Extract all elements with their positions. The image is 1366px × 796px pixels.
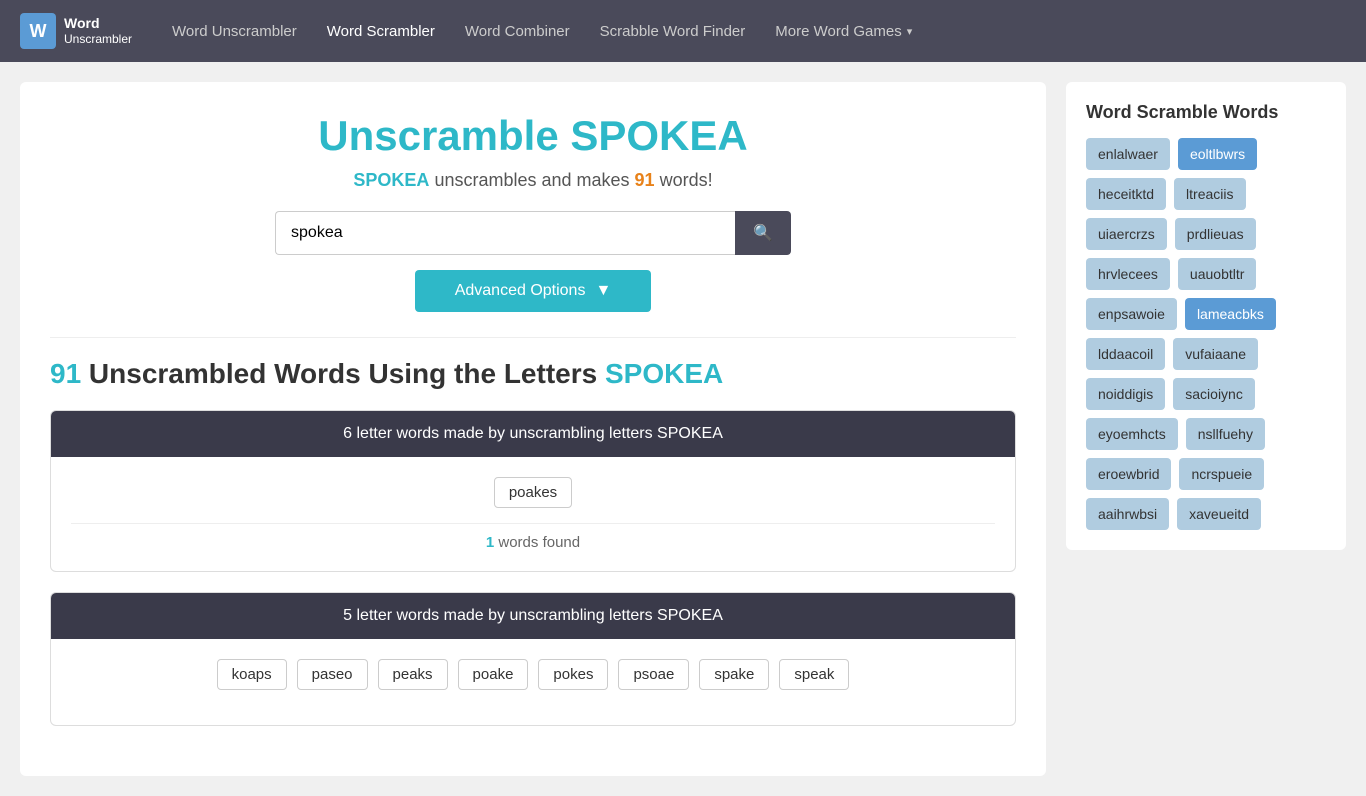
word-tag-pokes[interactable]: pokes [538, 659, 608, 690]
chevron-down-icon: ▾ [907, 25, 913, 38]
section-divider [50, 337, 1016, 338]
search-button[interactable]: 🔍 [735, 211, 791, 255]
sidebar-word-prdlieuas[interactable]: prdlieuas [1175, 218, 1256, 250]
sidebar-word-enlalwaer[interactable]: enlalwaer [1086, 138, 1170, 170]
nav-word-scrambler[interactable]: Word Scrambler [327, 23, 435, 40]
page-title: Unscramble SPOKEA [50, 112, 1016, 160]
chevron-down-icon: ▼ [595, 282, 611, 300]
sidebar-word-noiddigis[interactable]: noiddigis [1086, 378, 1165, 410]
nav-more-label: More Word Games [775, 23, 901, 40]
results-heading: 91 Unscrambled Words Using the Letters S… [50, 358, 1016, 390]
word-group-header-5letter: 5 letter words made by unscrambling lett… [51, 593, 1015, 639]
sidebar-word-ltreaciis[interactable]: ltreaciis [1174, 178, 1245, 210]
advanced-options-label: Advanced Options [455, 282, 586, 300]
nav-links: Word Unscrambler Word Scrambler Word Com… [172, 23, 1346, 40]
word-tag-spake[interactable]: spake [699, 659, 769, 690]
sidebar-word-eyoemhcts[interactable]: eyoemhcts [1086, 418, 1178, 450]
sidebar-title: Word Scramble Words [1086, 102, 1326, 123]
words-count-6letter: 1 words found [71, 534, 995, 551]
nav-scrabble-word-finder[interactable]: Scrabble Word Finder [600, 23, 746, 40]
words-list-5letter: koaps paseo peaks poake pokes psoae spak… [71, 659, 995, 690]
nav-word-combiner[interactable]: Word Combiner [465, 23, 570, 40]
sidebar-word-xaveueitd[interactable]: xaveueitd [1177, 498, 1261, 530]
subtitle-word: SPOKEA [353, 170, 429, 190]
sidebar-word-uauobtltr[interactable]: uauobtltr [1178, 258, 1256, 290]
brand-logo[interactable]: W Word Unscrambler [20, 13, 132, 49]
search-input[interactable] [275, 211, 735, 255]
word-count-number: 1 [486, 534, 494, 551]
advanced-options-button[interactable]: Advanced Options ▼ [415, 270, 652, 312]
nav-more-dropdown[interactable]: More Word Games ▾ [775, 23, 912, 40]
word-group-body-5letter: koaps paseo peaks poake pokes psoae spak… [51, 639, 1015, 725]
word-tag-poake[interactable]: poake [458, 659, 529, 690]
sidebar-word-ncrspueie[interactable]: ncrspueie [1179, 458, 1264, 490]
sidebar-word-vufaiaane[interactable]: vufaiaane [1173, 338, 1258, 370]
sidebar-word-lddaacoil[interactable]: lddaacoil [1086, 338, 1165, 370]
word-tag-paseo[interactable]: paseo [297, 659, 368, 690]
words-count-text: words found [494, 534, 580, 551]
sidebar-word-heceitktd[interactable]: heceitktd [1086, 178, 1166, 210]
word-tag-psoae[interactable]: psoae [618, 659, 689, 690]
results-text: Unscrambled Words Using the Letters [81, 358, 605, 389]
search-container: 🔍 [50, 211, 1016, 255]
word-tag-speak[interactable]: speak [779, 659, 849, 690]
subtitle-count: 91 [635, 170, 655, 190]
subtitle-end: words! [655, 170, 713, 190]
words-divider [71, 523, 995, 524]
sidebar-word-uiaercrzs[interactable]: uiaercrzs [1086, 218, 1167, 250]
nav-word-unscrambler[interactable]: Word Unscrambler [172, 23, 297, 40]
subtitle-text: unscrambles and makes [429, 170, 634, 190]
advanced-options-container: Advanced Options ▼ [50, 270, 1016, 312]
word-group-body-6letter: poakes 1 words found [51, 457, 1015, 571]
sidebar-word-lameacbks[interactable]: lameacbks [1185, 298, 1276, 330]
page-container: Unscramble SPOKEA SPOKEA unscrambles and… [0, 62, 1366, 796]
results-count: 91 [50, 358, 81, 389]
sidebar-word-nsllfuehy[interactable]: nsllfuehy [1186, 418, 1265, 450]
sidebar-word-hrvlecees[interactable]: hrvlecees [1086, 258, 1170, 290]
sidebar-word-sacioiync[interactable]: sacioiync [1173, 378, 1255, 410]
sidebar-words-list: enlalwaer eoltlbwrs heceitktd ltreaciis … [1086, 138, 1326, 530]
subtitle: SPOKEA unscrambles and makes 91 words! [50, 170, 1016, 191]
sidebar: Word Scramble Words enlalwaer eoltlbwrs … [1066, 82, 1346, 550]
sidebar-word-aaihrwbsi[interactable]: aaihrwbsi [1086, 498, 1169, 530]
search-icon: 🔍 [753, 225, 773, 242]
brand-text: Word Unscrambler [64, 15, 132, 46]
words-list-6letter: poakes [71, 477, 995, 508]
sidebar-word-eroewbrid[interactable]: eroewbrid [1086, 458, 1171, 490]
word-group-6letter: 6 letter words made by unscrambling lett… [50, 410, 1016, 572]
word-group-5letter: 5 letter words made by unscrambling lett… [50, 592, 1016, 726]
word-tag-peaks[interactable]: peaks [378, 659, 448, 690]
sidebar-word-eoltlbwrs[interactable]: eoltlbwrs [1178, 138, 1257, 170]
navbar: W Word Unscrambler Word Unscrambler Word… [0, 0, 1366, 62]
word-tag-poakes[interactable]: poakes [494, 477, 572, 508]
word-group-header-6letter: 6 letter words made by unscrambling lett… [51, 411, 1015, 457]
main-content: Unscramble SPOKEA SPOKEA unscrambles and… [20, 82, 1046, 776]
sidebar-word-enpsawoie[interactable]: enpsawoie [1086, 298, 1177, 330]
brand-icon: W [20, 13, 56, 49]
word-tag-koaps[interactable]: koaps [217, 659, 287, 690]
results-letters: SPOKEA [605, 358, 723, 389]
